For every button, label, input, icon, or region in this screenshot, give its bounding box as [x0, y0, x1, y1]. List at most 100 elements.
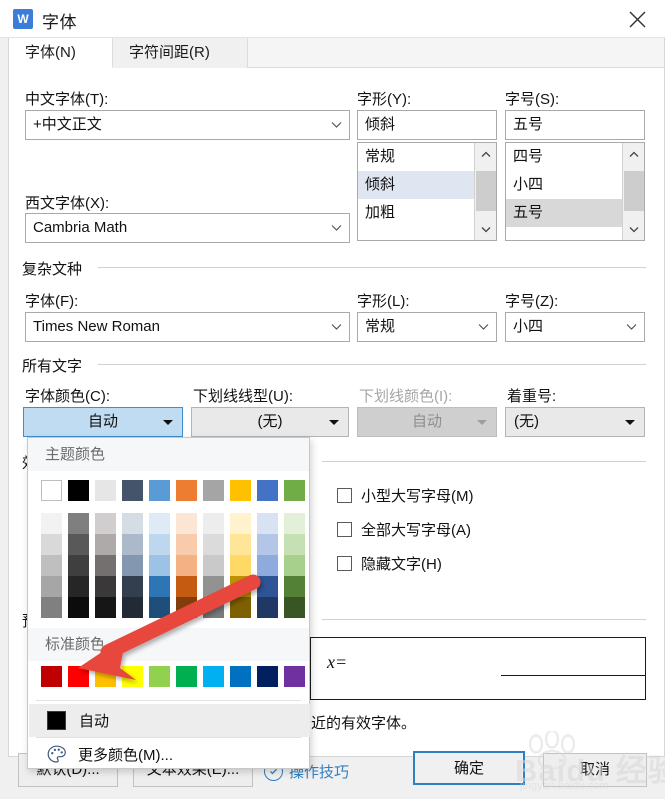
color-swatch-theme-8[interactable]	[257, 480, 278, 501]
color-swatch-variant-3-5[interactable]	[176, 576, 197, 597]
color-swatch-variant-0-7[interactable]	[230, 513, 251, 534]
color-swatch-variant-4-2[interactable]	[95, 597, 116, 618]
cs-font-combo[interactable]: Times New Roman	[25, 312, 350, 342]
color-swatch-standard-6[interactable]	[203, 666, 224, 687]
color-swatch-theme-2[interactable]	[95, 480, 116, 501]
color-swatch-standard-2[interactable]	[95, 666, 116, 687]
color-swatch-variant-0-8[interactable]	[257, 513, 278, 534]
color-swatch-variant-2-7[interactable]	[230, 555, 251, 576]
color-swatch-standard-7[interactable]	[230, 666, 251, 687]
color-swatch-variant-3-9[interactable]	[284, 576, 305, 597]
color-swatch-theme-3[interactable]	[122, 480, 143, 501]
checkbox-box[interactable]	[337, 556, 352, 571]
color-swatch-variant-1-2[interactable]	[95, 534, 116, 555]
color-swatch-standard-9[interactable]	[284, 666, 305, 687]
color-swatch-theme-1[interactable]	[68, 480, 89, 501]
font-style-input[interactable]: 倾斜	[357, 110, 497, 140]
cs-size-combo[interactable]: 小四	[505, 312, 645, 342]
color-swatch-variant-0-9[interactable]	[284, 513, 305, 534]
color-swatch-variant-4-7[interactable]	[230, 597, 251, 618]
color-swatch-variant-4-8[interactable]	[257, 597, 278, 618]
standard-colors-row[interactable]	[41, 666, 311, 689]
cancel-button[interactable]: 取消	[543, 753, 647, 787]
font-style-scrollbar[interactable]	[474, 143, 496, 240]
color-swatch-standard-0[interactable]	[41, 666, 62, 687]
color-swatch-variant-0-1[interactable]	[68, 513, 89, 534]
cs-style-combo[interactable]: 常规	[357, 312, 497, 342]
color-swatch-standard-4[interactable]	[149, 666, 170, 687]
color-swatch-variant-1-0[interactable]	[41, 534, 62, 555]
color-swatch-variant-1-6[interactable]	[203, 534, 224, 555]
font-color-picker[interactable]: 自动	[23, 407, 183, 437]
tab-character-spacing[interactable]: 字符间距(R)	[113, 38, 248, 68]
scroll-up-icon[interactable]	[623, 143, 645, 165]
color-swatch-theme-7[interactable]	[230, 480, 251, 501]
color-swatch-variant-4-1[interactable]	[68, 597, 89, 618]
color-swatch-variant-4-3[interactable]	[122, 597, 143, 618]
color-swatch-variant-1-5[interactable]	[176, 534, 197, 555]
ok-button[interactable]: 确定	[413, 751, 525, 785]
color-swatch-variant-4-6[interactable]	[203, 597, 224, 618]
font-style-listbox[interactable]: 常规 倾斜 加粗	[357, 142, 497, 241]
color-swatch-variant-1-9[interactable]	[284, 534, 305, 555]
scroll-down-icon[interactable]	[623, 218, 645, 240]
color-swatch-variant-4-5[interactable]	[176, 597, 197, 618]
color-swatch-variant-1-4[interactable]	[149, 534, 170, 555]
color-swatch-variant-3-1[interactable]	[68, 576, 89, 597]
theme-color-variants-grid[interactable]	[41, 513, 311, 618]
color-swatch-variant-0-2[interactable]	[95, 513, 116, 534]
color-swatch-variant-3-2[interactable]	[95, 576, 116, 597]
color-swatch-variant-0-4[interactable]	[149, 513, 170, 534]
color-swatch-variant-2-4[interactable]	[149, 555, 170, 576]
color-swatch-variant-2-6[interactable]	[203, 555, 224, 576]
color-swatch-variant-3-8[interactable]	[257, 576, 278, 597]
emphasis-mark-picker[interactable]: (无)	[505, 407, 645, 437]
color-swatch-variant-2-3[interactable]	[122, 555, 143, 576]
close-icon[interactable]	[617, 4, 657, 34]
color-swatch-variant-2-1[interactable]	[68, 555, 89, 576]
color-swatch-variant-4-0[interactable]	[41, 597, 62, 618]
scrollbar-thumb[interactable]	[624, 171, 644, 211]
chinese-font-combo[interactable]: +中文正文	[25, 110, 350, 140]
font-size-listbox[interactable]: 四号 小四 五号	[505, 142, 645, 241]
color-swatch-variant-3-6[interactable]	[203, 576, 224, 597]
color-swatch-variant-2-8[interactable]	[257, 555, 278, 576]
scrollbar-thumb[interactable]	[476, 171, 496, 211]
color-swatch-standard-8[interactable]	[257, 666, 278, 687]
color-swatch-variant-2-2[interactable]	[95, 555, 116, 576]
color-swatch-variant-1-1[interactable]	[68, 534, 89, 555]
color-swatch-variant-0-3[interactable]	[122, 513, 143, 534]
theme-color-base-row[interactable]	[41, 480, 311, 503]
color-swatch-variant-3-4[interactable]	[149, 576, 170, 597]
checkbox-hidden-text[interactable]: 隐藏文字(H)	[337, 553, 442, 574]
color-swatch-theme-5[interactable]	[176, 480, 197, 501]
color-swatch-variant-4-9[interactable]	[284, 597, 305, 618]
color-swatch-theme-4[interactable]	[149, 480, 170, 501]
color-swatch-variant-3-3[interactable]	[122, 576, 143, 597]
color-swatch-theme-9[interactable]	[284, 480, 305, 501]
font-color-dropdown-panel[interactable]: 主题颜色 标准颜色 自动 更多颜色(M)...	[27, 437, 310, 769]
color-swatch-variant-4-4[interactable]	[149, 597, 170, 618]
color-swatch-variant-2-5[interactable]	[176, 555, 197, 576]
scroll-up-icon[interactable]	[475, 143, 497, 165]
color-swatch-variant-3-0[interactable]	[41, 576, 62, 597]
checkbox-all-caps[interactable]: 全部大写字母(A)	[337, 519, 471, 540]
color-swatch-variant-3-7[interactable]	[230, 576, 251, 597]
font-size-input[interactable]: 五号	[505, 110, 645, 140]
color-swatch-variant-0-0[interactable]	[41, 513, 62, 534]
color-swatch-variant-1-7[interactable]	[230, 534, 251, 555]
color-swatch-variant-0-6[interactable]	[203, 513, 224, 534]
underline-style-picker[interactable]: (无)	[191, 407, 349, 437]
checkbox-box[interactable]	[337, 488, 352, 503]
color-swatch-standard-5[interactable]	[176, 666, 197, 687]
tab-font[interactable]: 字体(N)	[9, 38, 113, 68]
color-swatch-standard-3[interactable]	[122, 666, 143, 687]
color-swatch-standard-1[interactable]	[68, 666, 89, 687]
western-font-combo[interactable]: Cambria Math	[25, 213, 350, 243]
checkbox-box[interactable]	[337, 522, 352, 537]
color-swatch-theme-6[interactable]	[203, 480, 224, 501]
checkbox-small-caps[interactable]: 小型大写字母(M)	[337, 485, 474, 506]
scroll-down-icon[interactable]	[475, 218, 497, 240]
color-swatch-theme-0[interactable]	[41, 480, 62, 501]
color-swatch-variant-0-5[interactable]	[176, 513, 197, 534]
